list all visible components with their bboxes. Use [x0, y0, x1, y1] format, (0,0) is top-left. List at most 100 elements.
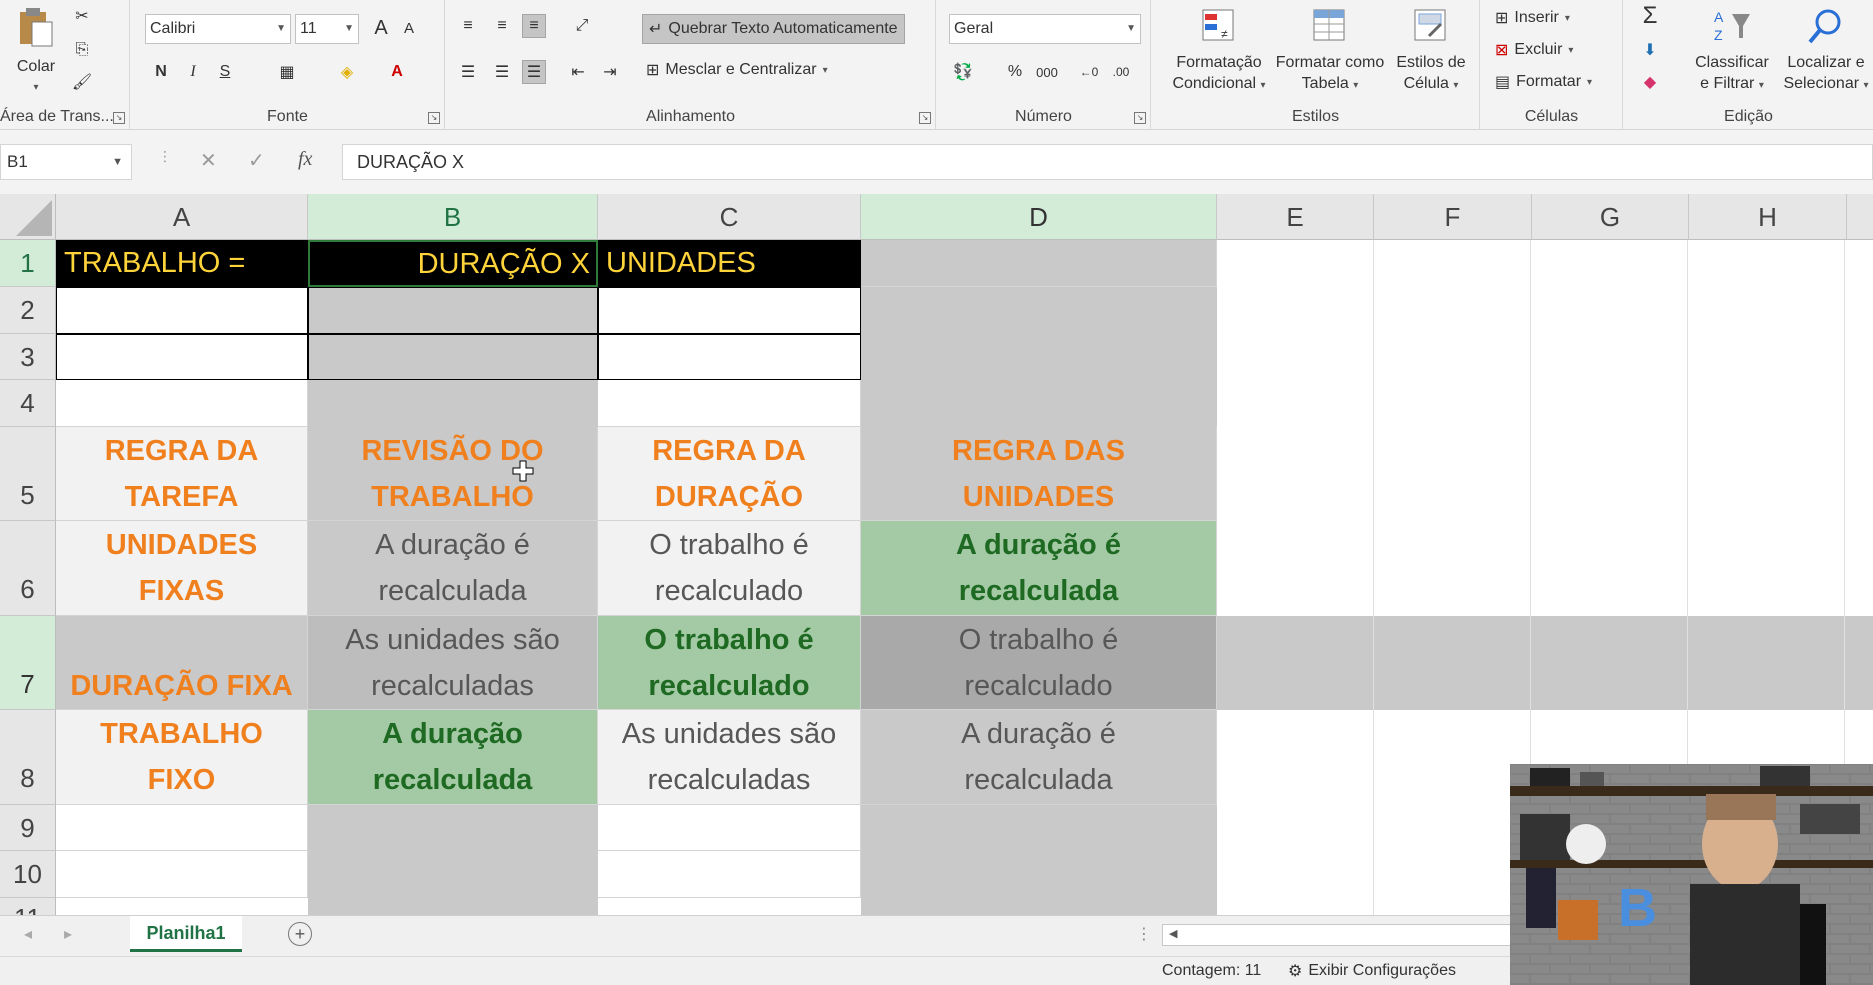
- column-header-e[interactable]: E: [1217, 194, 1374, 240]
- row-header-11[interactable]: 11: [0, 898, 56, 915]
- cell-a3[interactable]: [56, 334, 308, 380]
- align-center-icon[interactable]: ☰: [490, 60, 514, 84]
- cell-d1[interactable]: [861, 240, 1217, 287]
- display-settings-button[interactable]: ⚙ Exibir Configurações: [1288, 961, 1456, 981]
- borders-icon[interactable]: ▦: [275, 60, 299, 84]
- horizontal-scrollbar[interactable]: ◀: [1162, 924, 1522, 946]
- cell-a6[interactable]: UNIDADES FIXAS: [56, 521, 308, 616]
- align-right-icon[interactable]: ☰: [522, 60, 546, 84]
- italic-button[interactable]: I: [181, 60, 205, 84]
- enter-icon[interactable]: ✓: [248, 148, 265, 173]
- row-header-8[interactable]: 8: [0, 710, 56, 805]
- cell-c6[interactable]: O trabalho é recalculado: [598, 521, 861, 616]
- name-box[interactable]: B1 ▼: [0, 144, 132, 180]
- align-left-icon[interactable]: ☰: [456, 60, 480, 84]
- align-top-icon[interactable]: ≡: [456, 14, 480, 38]
- font-launcher-icon[interactable]: ↘: [428, 112, 440, 124]
- font-name-combo[interactable]: Calibri ▼: [145, 14, 291, 44]
- next-sheet-icon[interactable]: ▸: [64, 924, 72, 944]
- cell-b8[interactable]: A duração recalculada: [308, 710, 598, 805]
- scroll-left-icon[interactable]: ◀: [1169, 927, 1177, 940]
- cut-icon[interactable]: ✂: [70, 4, 94, 28]
- cell-c2[interactable]: [598, 287, 861, 334]
- cell-c5[interactable]: REGRA DA DURAÇÃO: [598, 427, 861, 521]
- autosum-icon[interactable]: Σ: [1638, 2, 1662, 29]
- column-header-f[interactable]: F: [1374, 194, 1532, 240]
- chevron-down-icon[interactable]: ▼: [112, 145, 123, 179]
- column-header-b[interactable]: B: [308, 194, 598, 240]
- find-select-button[interactable]: Localizar e Selecionar ▾: [1780, 6, 1872, 96]
- row-header-4[interactable]: 4: [0, 380, 56, 427]
- insert-function-icon[interactable]: fx: [298, 148, 312, 171]
- percent-button[interactable]: %: [1003, 60, 1027, 84]
- number-launcher-icon[interactable]: ↘: [1134, 112, 1146, 124]
- wrap-text-button[interactable]: ↵ Quebrar Texto Automaticamente: [642, 14, 905, 44]
- format-button[interactable]: ▤ Formatar ▾: [1495, 72, 1592, 92]
- accounting-format-icon[interactable]: 💱: [951, 60, 975, 84]
- paste-button[interactable]: Colar ▾: [4, 6, 68, 98]
- cell-d8[interactable]: A duração é recalculada: [861, 710, 1217, 805]
- shrink-font-icon[interactable]: A: [397, 16, 421, 40]
- cell-c8[interactable]: As unidades são recalculadas: [598, 710, 861, 805]
- cell-a7[interactable]: DURAÇÃO FIXA: [56, 616, 308, 710]
- increase-indent-icon[interactable]: ⇥: [598, 60, 622, 84]
- cell-a8[interactable]: TRABALHO FIXO: [56, 710, 308, 805]
- number-format-combo[interactable]: Geral ▼: [949, 14, 1141, 44]
- cell-b6[interactable]: A duração é recalculada: [308, 521, 598, 616]
- decrease-indent-icon[interactable]: ⇤: [566, 60, 590, 84]
- align-middle-icon[interactable]: ≡: [490, 14, 514, 38]
- cell-c4[interactable]: [598, 380, 861, 427]
- cell-b7[interactable]: As unidades são recalculadas: [308, 616, 598, 710]
- copy-icon[interactable]: ⎘: [70, 38, 94, 62]
- decrease-decimal-icon[interactable]: .00: [1109, 60, 1133, 84]
- cell-d5[interactable]: REGRA DAS UNIDADES: [861, 427, 1217, 521]
- insert-button[interactable]: ⊞ Inserir ▾: [1495, 8, 1570, 28]
- row-header-6[interactable]: 6: [0, 521, 56, 616]
- column-header-c[interactable]: C: [598, 194, 861, 240]
- row-header-10[interactable]: 10: [0, 851, 56, 898]
- conditional-formatting-button[interactable]: ≠ Formatação Condicional ▾: [1164, 6, 1274, 96]
- row-header-2[interactable]: 2: [0, 287, 56, 334]
- row-header-5[interactable]: 5: [0, 427, 56, 521]
- cell-c9[interactable]: [598, 805, 861, 851]
- row-header-1[interactable]: 1: [0, 240, 56, 287]
- clipboard-launcher-icon[interactable]: ↘: [113, 112, 125, 124]
- cell-d6[interactable]: A duração é recalculada: [861, 521, 1217, 616]
- column-header-a[interactable]: A: [56, 194, 308, 240]
- merge-center-button[interactable]: ⊞ Mesclar e Centralizar ▾: [646, 60, 828, 80]
- row-header-9[interactable]: 9: [0, 805, 56, 851]
- cell-b5[interactable]: REVISÃO DO TRABALHO: [308, 427, 598, 521]
- cell-b3[interactable]: [308, 334, 598, 380]
- cell-c3[interactable]: [598, 334, 861, 380]
- cell-styles-button[interactable]: Estilos de Célula ▾: [1388, 6, 1474, 96]
- cell-a4[interactable]: [56, 380, 308, 427]
- cell-a10[interactable]: [56, 851, 308, 898]
- cell-a5[interactable]: REGRA DA TAREFA: [56, 427, 308, 521]
- increase-decimal-icon[interactable]: ←0: [1077, 60, 1101, 84]
- format-as-table-button[interactable]: Formatar como Tabela ▾: [1272, 6, 1388, 96]
- bold-button[interactable]: N: [149, 60, 173, 84]
- format-painter-icon[interactable]: 🖌: [70, 70, 94, 94]
- thousands-button[interactable]: 000: [1035, 60, 1059, 84]
- font-size-combo[interactable]: 11 ▼: [295, 14, 359, 44]
- row-header-3[interactable]: 3: [0, 334, 56, 380]
- cell-c10[interactable]: [598, 851, 861, 898]
- sort-filter-button[interactable]: AZ Classificar e Filtrar ▾: [1684, 6, 1780, 96]
- align-bottom-icon[interactable]: ≡: [522, 14, 546, 38]
- formula-input[interactable]: DURAÇÃO X: [342, 144, 1873, 180]
- underline-button[interactable]: S: [213, 60, 237, 84]
- sheet-tab-planilha1[interactable]: Planilha1: [130, 916, 242, 952]
- splitter-icon[interactable]: ⋮: [1136, 924, 1152, 944]
- grow-font-icon[interactable]: A: [369, 16, 393, 40]
- cell-d7[interactable]: O trabalho é recalculado: [861, 616, 1217, 710]
- cell-a2[interactable]: [56, 287, 308, 334]
- fill-icon[interactable]: ⬇: [1638, 38, 1662, 62]
- fill-color-icon[interactable]: ◈: [335, 60, 359, 84]
- column-header-g[interactable]: G: [1532, 194, 1689, 240]
- cell-a9[interactable]: [56, 805, 308, 851]
- alignment-launcher-icon[interactable]: ↘: [919, 112, 931, 124]
- font-color-icon[interactable]: A: [385, 60, 409, 84]
- cell-c1[interactable]: UNIDADES: [598, 240, 861, 287]
- clear-icon[interactable]: ◆: [1638, 70, 1662, 94]
- cell-a1[interactable]: TRABALHO =: [56, 240, 308, 287]
